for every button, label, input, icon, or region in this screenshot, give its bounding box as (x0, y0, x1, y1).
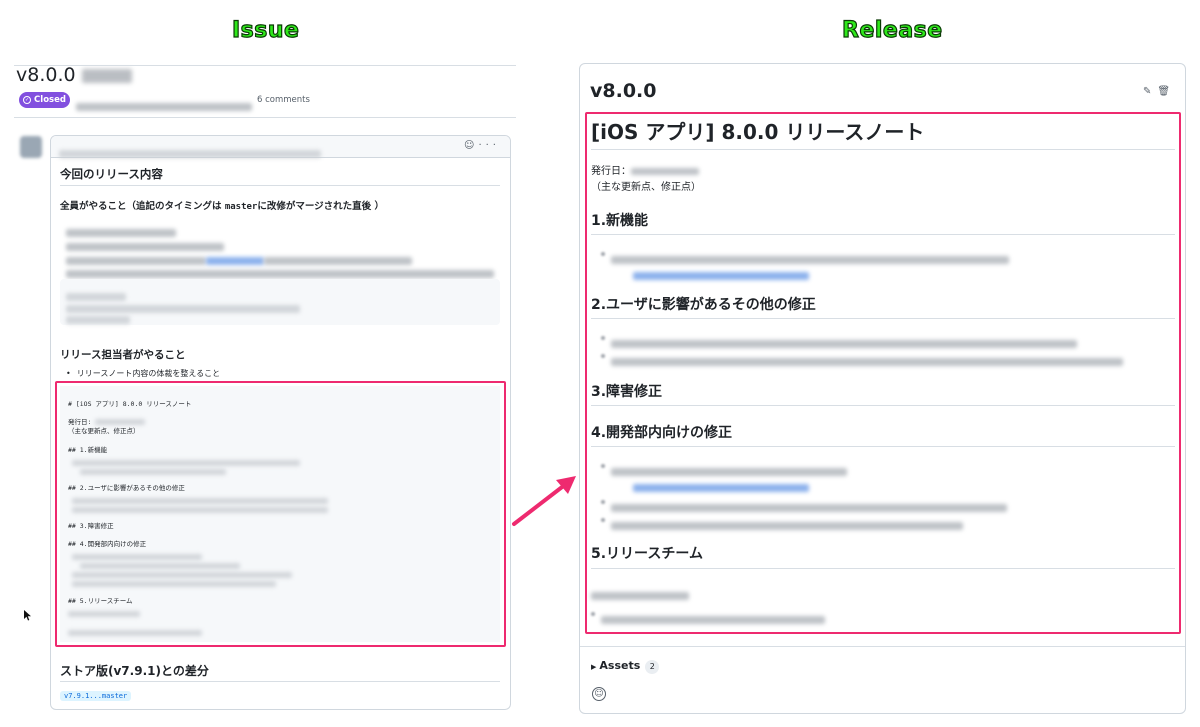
divider (60, 185, 500, 186)
comment-header: ☺··· (51, 136, 510, 158)
section-subheading: 全員がやること（追記のタイミングは masterに改修がマージされた直後 ） (60, 201, 384, 212)
section-heading: リリース担当者がやること (60, 349, 186, 361)
assets-count: 2 (645, 660, 660, 674)
release-version: v8.0.0 (590, 80, 657, 102)
section-heading: 今回のリリース内容 (60, 167, 163, 181)
kebab-icon[interactable]: ··· (478, 140, 500, 151)
list-item: リリースノート内容の体裁を整えること (66, 368, 220, 379)
triangle-right-icon: ▶ (591, 663, 597, 671)
highlight-frame (55, 381, 506, 647)
trash-icon[interactable]: 🗑 (1157, 86, 1176, 97)
divider (14, 117, 516, 118)
cursor-icon (24, 610, 32, 624)
release-caption: Release (841, 17, 943, 43)
issue-meta-blurred (76, 96, 252, 115)
avatar[interactable] (20, 136, 42, 158)
issue-caption: Issue (231, 17, 300, 43)
issue-number-blurred (81, 68, 132, 83)
divider (60, 681, 500, 682)
divider (580, 646, 1185, 647)
smiley-icon[interactable]: ☺ (464, 140, 478, 151)
comment-count[interactable]: 6 comments (257, 95, 310, 105)
issue-title: v8.0.0 (16, 64, 132, 86)
divider (14, 65, 516, 66)
assets-toggle[interactable]: ▶ Assets 2 (591, 659, 660, 674)
smiley-icon[interactable]: ☺ (592, 687, 606, 701)
check-circle-icon: ✓ (23, 96, 32, 104)
pencil-icon[interactable]: ✎ (1143, 86, 1157, 97)
highlight-frame (585, 112, 1181, 634)
section-heading: ストア版(v7.9.1)との差分 (60, 664, 209, 678)
status-badge: ✓ Closed (19, 92, 70, 108)
compare-link[interactable]: v7.9.1...master (60, 691, 132, 701)
arrow-icon (510, 470, 580, 534)
blurred-code (66, 309, 130, 328)
